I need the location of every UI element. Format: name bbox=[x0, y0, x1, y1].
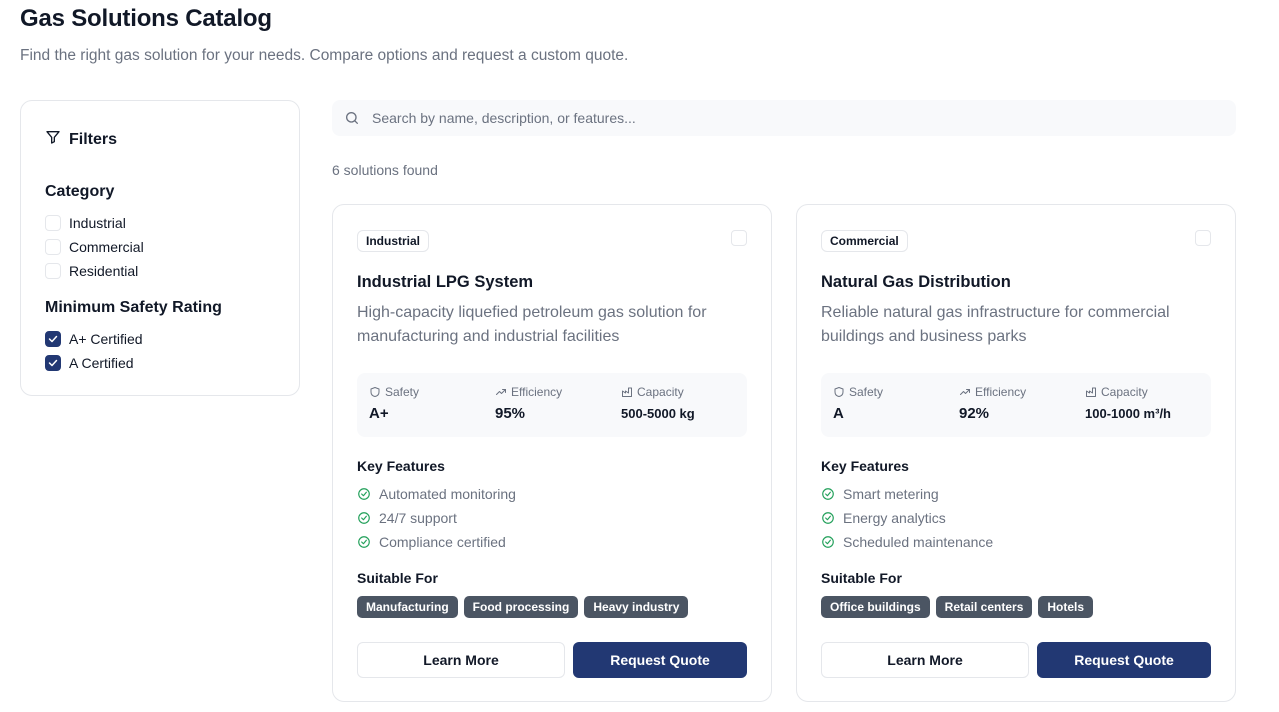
safety-label: A+ Certified bbox=[69, 331, 143, 347]
search-input[interactable] bbox=[372, 100, 1212, 136]
feature-text: Energy analytics bbox=[843, 510, 946, 526]
category-checkbox-residential[interactable] bbox=[45, 263, 61, 279]
category-checkbox-commercial[interactable] bbox=[45, 239, 61, 255]
stat-safety: Safety A bbox=[833, 385, 883, 422]
feature-item: Compliance certified bbox=[357, 534, 506, 550]
filter-icon bbox=[45, 129, 61, 150]
category-option-commercial[interactable]: Commercial bbox=[45, 239, 144, 255]
category-label: Commercial bbox=[69, 239, 144, 255]
stat-label: Safety bbox=[385, 385, 420, 399]
suitable-tag: Food processing bbox=[463, 596, 579, 618]
stat-label: Capacity bbox=[1101, 385, 1148, 399]
stat-value: 92% bbox=[959, 405, 990, 422]
filters-title: Filters bbox=[69, 130, 118, 148]
check-circle-icon bbox=[822, 536, 834, 548]
suitable-tags: Office buildings Retail centers Hotels bbox=[821, 596, 1094, 618]
check-circle-icon bbox=[358, 488, 370, 500]
request-quote-button[interactable]: Request Quote bbox=[1037, 642, 1211, 678]
safety-label: A Certified bbox=[69, 355, 134, 371]
learn-more-button[interactable]: Learn More bbox=[821, 642, 1029, 678]
category-label: Residential bbox=[69, 263, 139, 279]
shield-icon bbox=[834, 387, 844, 397]
page-title: Gas Solutions Catalog bbox=[20, 5, 272, 32]
stats-panel: Safety A Efficiency 92% Capacity 100-100… bbox=[821, 373, 1211, 437]
card-title: Natural Gas Distribution bbox=[821, 273, 1011, 291]
stat-value: 95% bbox=[495, 405, 526, 422]
feature-item: 24/7 support bbox=[357, 510, 457, 526]
stat-value: 100-1000 m³/h bbox=[1085, 406, 1171, 421]
check-icon bbox=[48, 335, 58, 343]
filters-header: Filters bbox=[45, 129, 117, 150]
request-quote-button[interactable]: Request Quote bbox=[573, 642, 747, 678]
check-circle-icon bbox=[358, 536, 370, 548]
category-badge: Industrial bbox=[357, 230, 430, 252]
feature-text: Automated monitoring bbox=[379, 486, 516, 502]
stat-safety: Safety A+ bbox=[369, 385, 419, 422]
feature-text: Scheduled maintenance bbox=[843, 534, 994, 550]
search-bar bbox=[332, 100, 1236, 136]
factory-icon bbox=[622, 387, 632, 397]
page-subtitle: Find the right gas solution for your nee… bbox=[20, 47, 629, 64]
key-features-title: Key Features bbox=[821, 458, 909, 474]
feature-text: 24/7 support bbox=[379, 510, 457, 526]
feature-text: Compliance certified bbox=[379, 534, 506, 550]
stat-value: A+ bbox=[369, 405, 389, 422]
safety-rating-title: Minimum Safety Rating bbox=[45, 299, 222, 316]
stat-label: Capacity bbox=[637, 385, 684, 399]
stat-label: Safety bbox=[849, 385, 884, 399]
feature-item: Scheduled maintenance bbox=[821, 534, 993, 550]
solution-card: Industrial Industrial LPG System High-ca… bbox=[332, 204, 772, 702]
compare-checkbox[interactable] bbox=[1195, 230, 1211, 246]
suitable-tag: Office buildings bbox=[821, 596, 930, 618]
safety-checkbox-a[interactable] bbox=[45, 355, 61, 371]
compare-checkbox[interactable] bbox=[731, 230, 747, 246]
suitable-tag: Hotels bbox=[1038, 596, 1094, 618]
stat-label: Efficiency bbox=[511, 385, 563, 399]
category-label: Industrial bbox=[69, 215, 126, 231]
feature-item: Automated monitoring bbox=[357, 486, 516, 502]
stat-capacity: Capacity 100-1000 m³/h bbox=[1085, 385, 1171, 421]
filters-panel: Filters Category Industrial Commercial R… bbox=[20, 100, 300, 396]
category-title: Category bbox=[45, 183, 115, 200]
feature-item: Smart metering bbox=[821, 486, 939, 502]
stat-label: Efficiency bbox=[975, 385, 1027, 399]
safety-checkbox-a-plus[interactable] bbox=[45, 331, 61, 347]
suitable-tag: Heavy industry bbox=[584, 596, 689, 618]
suitable-tag: Retail centers bbox=[935, 596, 1033, 618]
check-icon bbox=[48, 359, 58, 367]
shield-icon bbox=[370, 387, 380, 397]
feature-item: Energy analytics bbox=[821, 510, 946, 526]
trending-up-icon bbox=[960, 389, 970, 395]
solution-card: Commercial Natural Gas Distribution Reli… bbox=[796, 204, 1236, 702]
category-option-residential[interactable]: Residential bbox=[45, 263, 138, 279]
stat-efficiency: Efficiency 95% bbox=[495, 385, 562, 422]
suitable-for-title: Suitable For bbox=[357, 570, 438, 586]
check-circle-icon bbox=[822, 488, 834, 500]
factory-icon bbox=[1086, 387, 1096, 397]
safety-option-a-plus[interactable]: A+ Certified bbox=[45, 331, 143, 347]
result-count: 6 solutions found bbox=[332, 162, 438, 178]
card-description: High-capacity liquefied petroleum gas so… bbox=[357, 304, 707, 345]
check-circle-icon bbox=[358, 512, 370, 524]
safety-option-a[interactable]: A Certified bbox=[45, 355, 134, 371]
key-features-title: Key Features bbox=[357, 458, 445, 474]
suitable-for-title: Suitable For bbox=[821, 570, 902, 586]
learn-more-button[interactable]: Learn More bbox=[357, 642, 565, 678]
card-description: Reliable natural gas infrastructure for … bbox=[821, 304, 1170, 345]
stat-value: A bbox=[833, 405, 844, 422]
category-checkbox-industrial[interactable] bbox=[45, 215, 61, 231]
stat-value: 500-5000 kg bbox=[621, 406, 695, 421]
check-circle-icon bbox=[822, 512, 834, 524]
search-icon bbox=[344, 110, 360, 131]
card-title: Industrial LPG System bbox=[357, 273, 534, 291]
category-badge: Commercial bbox=[821, 230, 908, 252]
stat-efficiency: Efficiency 92% bbox=[959, 385, 1026, 422]
suitable-tag: Manufacturing bbox=[357, 596, 458, 618]
stat-capacity: Capacity 500-5000 kg bbox=[621, 385, 695, 421]
category-option-industrial[interactable]: Industrial bbox=[45, 215, 126, 231]
suitable-tags: Manufacturing Food processing Heavy indu… bbox=[357, 596, 689, 618]
trending-up-icon bbox=[496, 389, 506, 395]
stats-panel: Safety A+ Efficiency 95% Capacity 500-50… bbox=[357, 373, 747, 437]
feature-text: Smart metering bbox=[843, 486, 939, 502]
